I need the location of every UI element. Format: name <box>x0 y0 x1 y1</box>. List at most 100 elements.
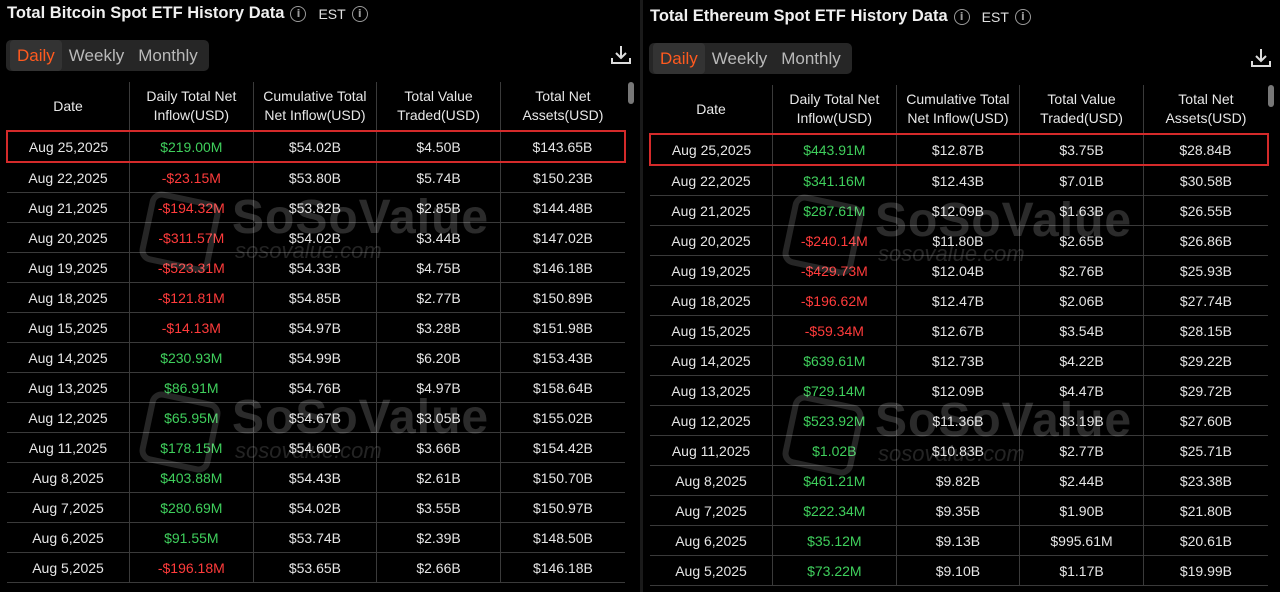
table-row[interactable]: Aug 18,2025 -$196.62M $12.47B $2.06B $27.74B <box>650 285 1268 316</box>
value-cell: $2.44B <box>1019 465 1144 496</box>
table-row[interactable]: Aug 14,2025 $639.61M $12.73B $4.22B $29.22B <box>650 345 1268 376</box>
btc-scrollbar[interactable] <box>628 82 634 104</box>
table-row[interactable]: Aug 11,2025 $178.15M $54.60B $3.66B $154.42B <box>7 432 625 463</box>
date-cell: Aug 8,2025 <box>7 462 131 493</box>
eth-title: Total Ethereum Spot ETF History Data <box>650 7 948 25</box>
date-cell: Aug 15,2025 <box>7 312 131 343</box>
timezone-info-icon[interactable]: i <box>351 5 368 22</box>
btc-tab-monthly[interactable]: Monthly <box>131 40 205 71</box>
column-header: Date <box>650 85 774 135</box>
value-cell: $53.74B <box>253 522 378 553</box>
download-icon[interactable] <box>1250 47 1272 69</box>
eth-scrollbar[interactable] <box>1268 85 1274 107</box>
watermark-logo <box>780 392 866 478</box>
net-inflow-cell: -$14.13M <box>129 312 254 343</box>
value-cell: $9.82B <box>896 465 1021 496</box>
net-inflow-cell: -$59.34M <box>772 315 897 346</box>
table-row[interactable]: Aug 8,2025 $403.88M $54.43B $2.61B $150.70B <box>7 462 625 493</box>
value-cell: $2.85B <box>376 192 501 223</box>
value-cell: $54.43B <box>253 462 378 493</box>
table-row[interactable]: Aug 6,2025 $91.55M $53.74B $2.39B $148.50B <box>7 522 625 553</box>
date-cell: Aug 25,2025 <box>649 133 774 166</box>
value-cell: $4.97B <box>376 372 501 403</box>
btc-header-row: Date Daily Total Net Inflow(USD) Cumulativ… <box>7 82 625 132</box>
value-cell: $154.42B <box>500 432 625 463</box>
net-inflow-cell: $280.69M <box>129 492 254 523</box>
eth-tab-monthly[interactable]: Monthly <box>774 43 848 74</box>
table-row[interactable]: Aug 11,2025 $1.02B $10.83B $2.77B $25.71B <box>650 435 1268 466</box>
value-cell: $53.80B <box>253 162 378 193</box>
value-cell: $2.39B <box>376 522 501 553</box>
table-row[interactable]: Aug 22,2025 -$23.15M $53.80B $5.74B $150.23B <box>7 162 625 193</box>
table-row[interactable]: Aug 20,2025 -$311.57M $54.02B $3.44B $147.02… <box>7 222 625 253</box>
watermark-logo <box>137 389 223 475</box>
value-cell: $54.02B <box>253 492 378 523</box>
value-cell: $9.13B <box>896 525 1021 556</box>
table-row[interactable]: Aug 7,2025 $280.69M $54.02B $3.55B $150.97B <box>7 492 625 523</box>
btc-timezone[interactable]: EST <box>318 6 345 22</box>
value-cell: $3.66B <box>376 432 501 463</box>
table-row[interactable]: Aug 13,2025 $86.91M $54.76B $4.97B $158.64B <box>7 372 625 403</box>
table-row[interactable]: Aug 15,2025 -$59.34M $12.67B $3.54B $28.15B <box>650 315 1268 346</box>
date-cell: Aug 12,2025 <box>7 402 131 433</box>
btc-tab-weekly[interactable]: Weekly <box>62 40 131 71</box>
value-cell: $1.90B <box>1019 495 1144 526</box>
table-row[interactable]: Aug 21,2025 $287.61M $12.09B $1.63B $26.55B <box>650 195 1268 226</box>
date-cell: Aug 18,2025 <box>7 282 131 313</box>
table-row[interactable]: Aug 25,2025 $443.91M $12.87B $3.75B $28.84B <box>649 133 1269 166</box>
table-row[interactable]: Aug 25,2025 $219.00M $54.02B $4.50B $143.65B <box>6 130 626 163</box>
date-cell: Aug 21,2025 <box>650 195 774 226</box>
value-cell: $28.84B <box>1143 133 1269 166</box>
table-row[interactable]: Aug 8,2025 $461.21M $9.82B $2.44B $23.38B <box>650 465 1268 496</box>
value-cell: $4.22B <box>1019 345 1144 376</box>
eth-tab-daily[interactable]: Daily <box>653 43 705 74</box>
date-cell: Aug 22,2025 <box>650 165 774 196</box>
info-icon[interactable]: i <box>953 8 970 25</box>
timezone-info-icon[interactable]: i <box>1014 8 1031 25</box>
value-cell: $4.47B <box>1019 375 1144 406</box>
net-inflow-cell: $639.61M <box>772 345 897 376</box>
table-row[interactable]: Aug 21,2025 -$194.32M $53.82B $2.85B $144.48… <box>7 192 625 223</box>
btc-tab-daily[interactable]: Daily <box>10 40 62 71</box>
value-cell: $9.10B <box>896 555 1021 586</box>
value-cell: $4.50B <box>376 130 501 163</box>
column-header: Date <box>7 82 131 132</box>
date-cell: Aug 25,2025 <box>6 130 131 163</box>
table-row[interactable]: Aug 14,2025 $230.93M $54.99B $6.20B $153.43B <box>7 342 625 373</box>
value-cell: $3.28B <box>376 312 501 343</box>
table-row[interactable]: Aug 7,2025 $222.34M $9.35B $1.90B $21.80B <box>650 495 1268 526</box>
value-cell: $26.86B <box>1143 225 1268 256</box>
info-icon[interactable]: i <box>290 5 307 22</box>
value-cell: $6.20B <box>376 342 501 373</box>
table-row[interactable]: Aug 5,2025 -$196.18M $53.65B $2.66B $146.18B <box>7 552 625 583</box>
value-cell: $5.74B <box>376 162 501 193</box>
table-row[interactable]: Aug 20,2025 -$240.14M $11.80B $2.65B $26.86B <box>650 225 1268 256</box>
table-row[interactable]: Aug 13,2025 $729.14M $12.09B $4.47B $29.72B <box>650 375 1268 406</box>
value-cell: $12.43B <box>896 165 1021 196</box>
download-icon[interactable] <box>610 44 632 66</box>
table-row[interactable]: Aug 19,2025 -$523.31M $54.33B $4.75B $146.18… <box>7 252 625 283</box>
date-cell: Aug 22,2025 <box>7 162 131 193</box>
date-cell: Aug 21,2025 <box>7 192 131 223</box>
table-row[interactable]: Aug 6,2025 $35.12M $9.13B $995.61M $20.61B <box>650 525 1268 556</box>
table-row[interactable]: Aug 5,2025 $73.22M $9.10B $1.17B $19.99B <box>650 555 1268 586</box>
value-cell: $2.61B <box>376 462 501 493</box>
value-cell: $3.55B <box>376 492 501 523</box>
date-cell: Aug 13,2025 <box>7 372 131 403</box>
table-row[interactable]: Aug 22,2025 $341.16M $12.43B $7.01B $30.58B <box>650 165 1268 196</box>
column-header: Total Value Traded(USD) <box>1019 85 1144 135</box>
column-header: Daily Total Net Inflow(USD) <box>129 82 254 132</box>
date-cell: Aug 15,2025 <box>650 315 774 346</box>
table-row[interactable]: Aug 19,2025 -$429.73M $12.04B $2.76B $25.93B <box>650 255 1268 286</box>
value-cell: $143.65B <box>500 130 626 163</box>
value-cell: $19.99B <box>1143 555 1268 586</box>
table-row[interactable]: Aug 12,2025 $65.95M $54.67B $3.05B $155.02B <box>7 402 625 433</box>
column-header: Cumulative Total Net Inflow(USD) <box>253 82 378 132</box>
eth-tab-weekly[interactable]: Weekly <box>705 43 774 74</box>
table-row[interactable]: Aug 15,2025 -$14.13M $54.97B $3.28B $151.98B <box>7 312 625 343</box>
table-row[interactable]: Aug 18,2025 -$121.81M $54.85B $2.77B $150.89… <box>7 282 625 313</box>
value-cell: $1.17B <box>1019 555 1144 586</box>
eth-timezone[interactable]: EST <box>982 9 1009 25</box>
table-row[interactable]: Aug 12,2025 $523.92M $11.36B $3.19B $27.60B <box>650 405 1268 436</box>
value-cell: $3.05B <box>376 402 501 433</box>
